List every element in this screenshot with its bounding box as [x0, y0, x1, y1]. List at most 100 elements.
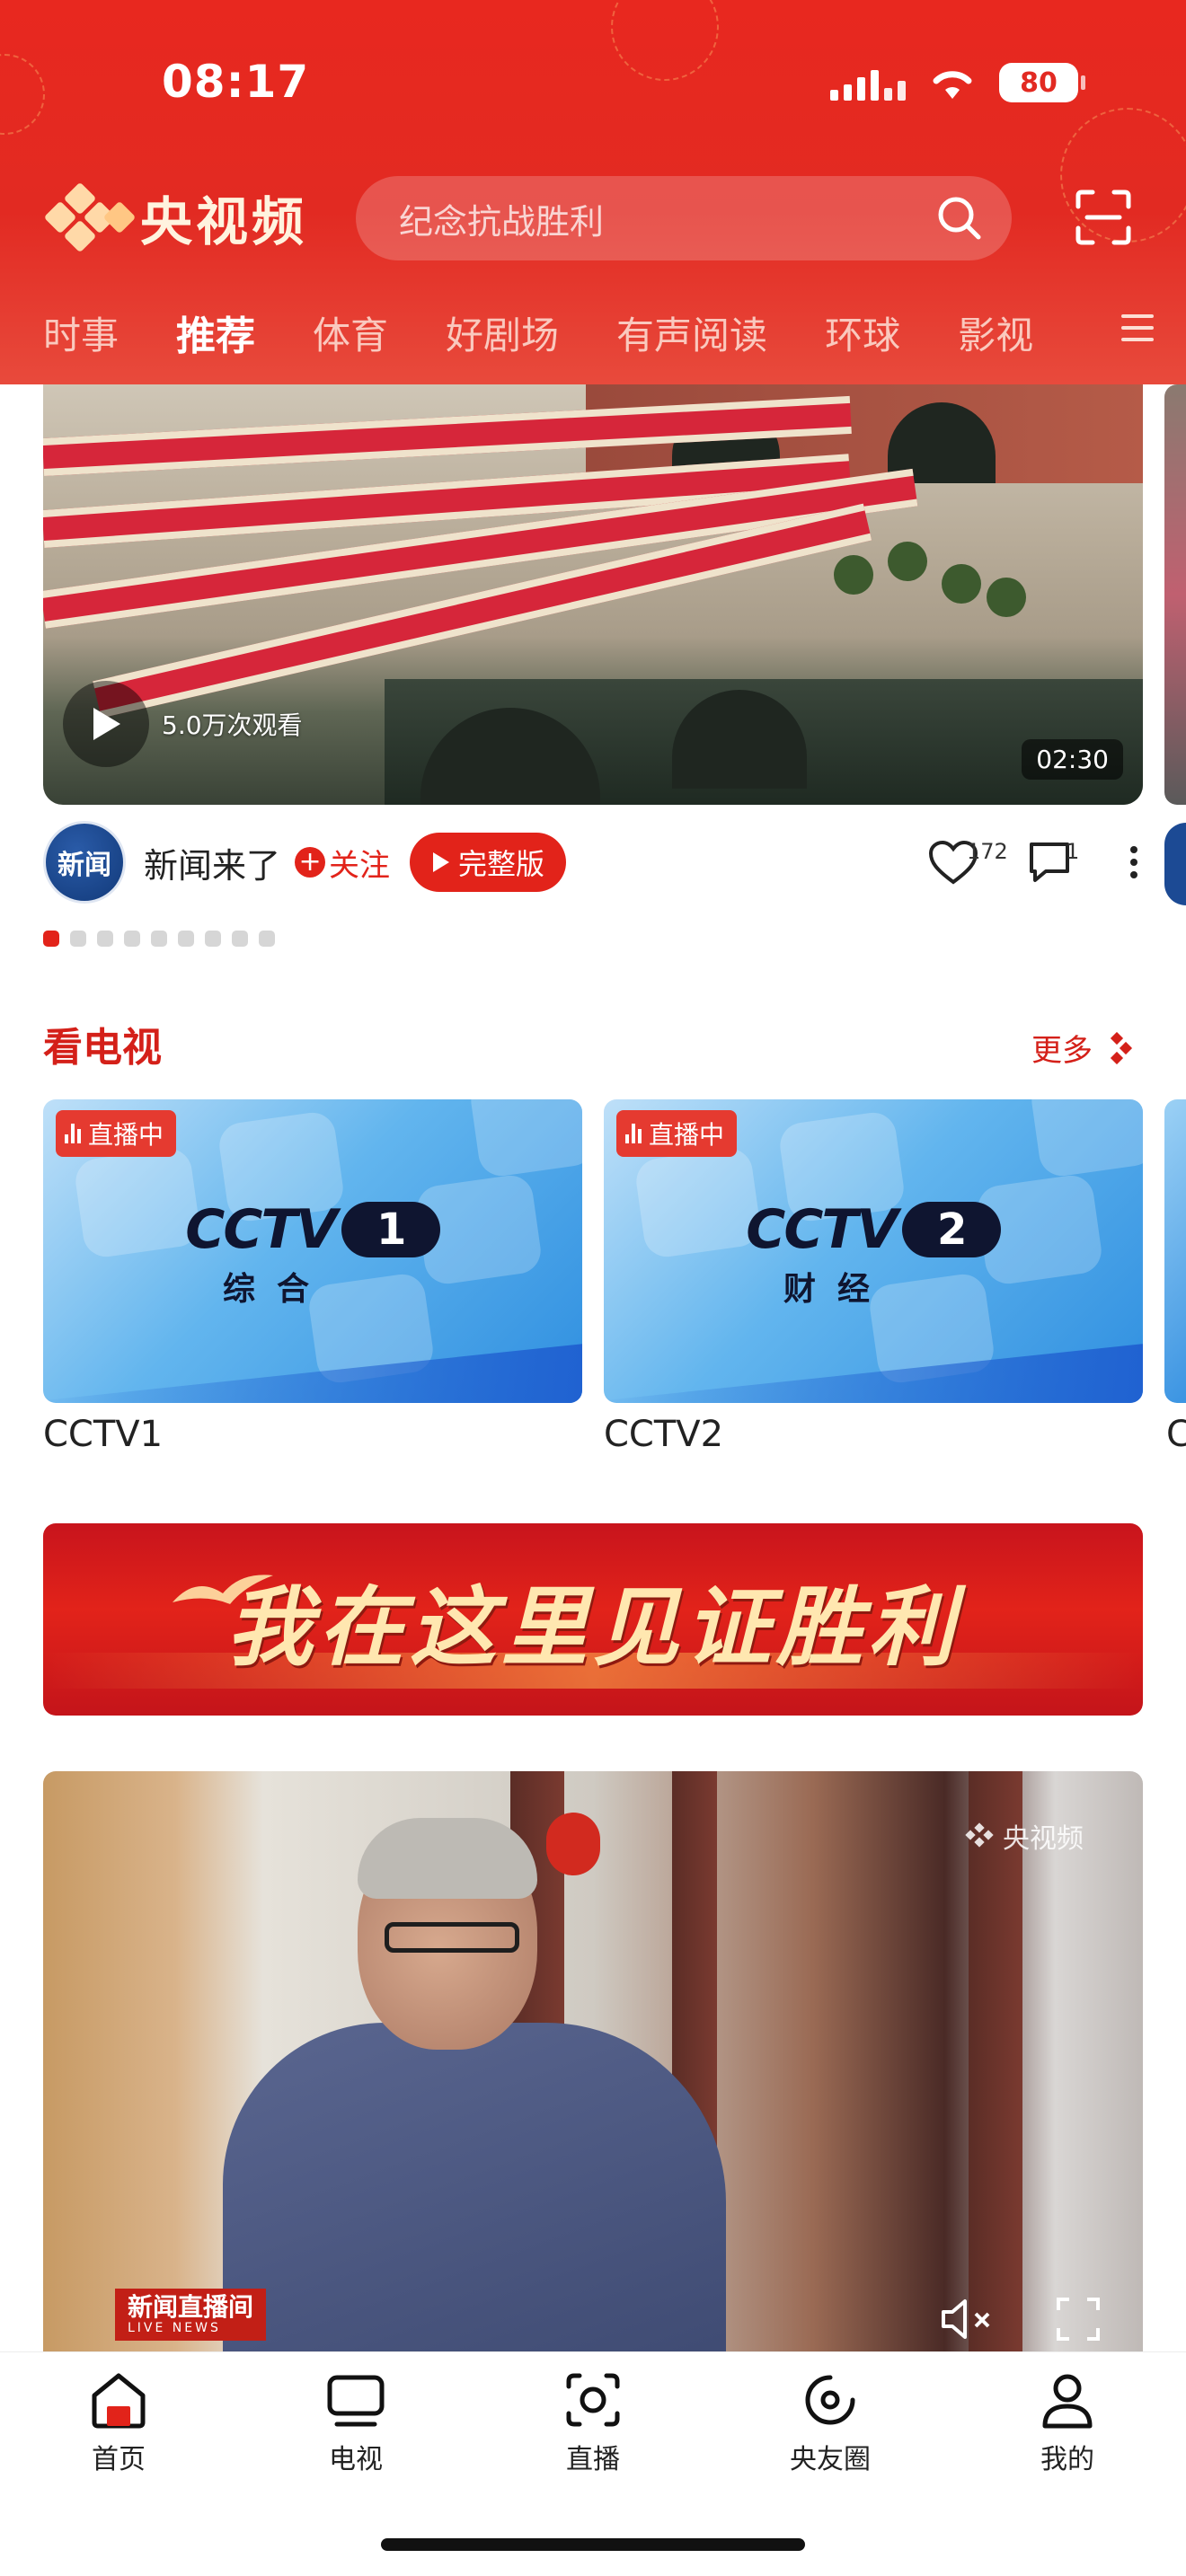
scan-icon[interactable]: [1075, 189, 1132, 246]
channel-number: 2: [901, 1202, 1001, 1257]
carousel-dot[interactable]: [232, 931, 248, 947]
follow-label: 关注: [329, 847, 391, 884]
more-arrow-icon: [1110, 1031, 1133, 1064]
cellular-signal-icon: [830, 65, 906, 101]
channel-name[interactable]: CCTV1: [43, 1414, 163, 1455]
banner-text: 我在这里见证胜利: [226, 1575, 960, 1678]
person-body: [223, 2023, 726, 2351]
live-bars-icon: [65, 1124, 81, 1143]
watermark: 央视频: [963, 1816, 1084, 1856]
author-avatar[interactable]: 新闻: [43, 821, 126, 904]
search-placeholder[interactable]: 纪念抗战胜利: [399, 194, 936, 243]
author-name[interactable]: 新闻来了: [144, 838, 280, 887]
fullscreen-icon[interactable]: [1055, 2296, 1102, 2342]
channel-number: 1: [341, 1202, 440, 1257]
shrub: [834, 555, 873, 595]
next-channel-peek[interactable]: [1164, 1099, 1186, 1403]
video-actions: 172 1: [927, 819, 1143, 905]
circle-icon: [805, 2375, 855, 2425]
view-count: 5.0万次观看: [63, 681, 303, 767]
promo-banner[interactable]: 我在这里见证胜利: [43, 1523, 1143, 1716]
play-icon: [433, 852, 450, 872]
live-bars-icon: [625, 1124, 642, 1143]
live-icon: [566, 2373, 620, 2427]
channel-card-cctv1[interactable]: 直播中 CCTV 1 综合: [43, 1099, 582, 1403]
more-label: 更多: [1031, 1033, 1093, 1069]
plus-icon: +: [295, 847, 326, 878]
full-version-button[interactable]: 完整版: [410, 833, 567, 892]
carousel-dot[interactable]: [124, 931, 140, 947]
tab-theater[interactable]: 好剧场: [446, 305, 559, 360]
watermark-logo-icon: [965, 1822, 994, 1848]
home-icon: [92, 2373, 146, 2429]
like-button[interactable]: 172: [927, 839, 1008, 886]
channel-card-cctv2[interactable]: 直播中 CCTV 2 财经: [604, 1099, 1143, 1403]
carousel-dot[interactable]: [97, 931, 113, 947]
nav-label: 我的: [1040, 2444, 1094, 2475]
view-count-text: 5.0万次观看: [162, 710, 303, 740]
shrub: [888, 542, 927, 581]
profile-icon: [1042, 2374, 1093, 2429]
live-label: 直播中: [88, 1120, 164, 1150]
carousel-dot[interactable]: [205, 931, 221, 947]
tab-menu-icon[interactable]: [1121, 314, 1154, 347]
app-logo[interactable]: 央视频: [41, 180, 307, 255]
tab-audiobooks[interactable]: 有声阅读: [616, 305, 767, 360]
channel-name[interactable]: CCTV2: [604, 1414, 723, 1455]
nav-label: 首页: [92, 2444, 146, 2475]
decoration: [546, 1813, 600, 1875]
search-bar[interactable]: 纪念抗战胜利: [356, 176, 1012, 260]
tab-recommend[interactable]: 推荐: [176, 304, 255, 361]
carousel-dot[interactable]: [259, 931, 275, 947]
comment-button[interactable]: 1: [1026, 839, 1080, 886]
feed-video[interactable]: 央视频 新闻直播间 LIVE NEWS: [43, 1771, 1143, 2351]
video-author-row: 新闻 新闻来了 + 关注 完整版 172 1: [43, 819, 1143, 905]
nav-label: 央友圈: [790, 2444, 871, 2475]
status-icons: 80: [830, 63, 1085, 102]
tab-movies[interactable]: 影视: [958, 305, 1033, 360]
watermark-text: 央视频: [1003, 1823, 1084, 1855]
app-header: 08:17 80 央视频 纪念抗战胜利 时事 推荐 体育 好剧场 有声阅读 环球…: [0, 0, 1186, 384]
next-author-avatar-peek: [1164, 823, 1186, 905]
next-channel-name-peek: C: [1166, 1414, 1186, 1455]
full-version-label: 完整版: [458, 847, 545, 881]
cctv1-logo: CCTV 1 综合: [43, 1198, 582, 1310]
search-icon[interactable]: [936, 195, 983, 242]
battery-indicator: 80: [999, 63, 1085, 102]
section-title-tv: 看电视: [43, 1025, 162, 1071]
app-screen: 08:17 80 央视频 纪念抗战胜利 时事 推荐 体育 好剧场 有声阅读 环球…: [0, 0, 1186, 2576]
shrub: [942, 564, 981, 604]
next-card-peek[interactable]: [1164, 384, 1186, 805]
nav-home[interactable]: 首页: [47, 2369, 190, 2476]
carousel-dots: [43, 931, 275, 947]
status-time: 08:17: [162, 56, 310, 108]
play-button[interactable]: [63, 681, 149, 767]
video-duration: 02:30: [1022, 739, 1123, 780]
nav-profile[interactable]: 我的: [996, 2369, 1139, 2476]
more-link[interactable]: 更多: [1031, 1026, 1136, 1070]
news-channel-logo: 新闻直播间 LIVE NEWS: [115, 2288, 267, 2341]
carousel-dot[interactable]: [178, 931, 194, 947]
more-icon[interactable]: [1125, 839, 1143, 886]
glasses: [385, 1922, 519, 1953]
carousel-dot[interactable]: [151, 931, 167, 947]
tab-global[interactable]: 环球: [825, 305, 900, 360]
carousel-dot[interactable]: [70, 931, 86, 947]
nav-tv[interactable]: 电视: [284, 2369, 428, 2476]
mute-icon[interactable]: [938, 2296, 1001, 2342]
comment-count: 1: [1066, 839, 1080, 864]
nav-live[interactable]: 直播: [521, 2369, 665, 2476]
tab-sports[interactable]: 体育: [313, 305, 388, 360]
tv-icon: [327, 2375, 385, 2427]
app-name: 央视频: [140, 191, 308, 252]
play-icon: [93, 708, 120, 740]
nav-label: 直播: [566, 2444, 620, 2475]
tab-shishi[interactable]: 时事: [43, 305, 119, 360]
home-indicator: [381, 2538, 805, 2551]
live-badge: 直播中: [56, 1110, 177, 1157]
hero-video[interactable]: 5.0万次观看 02:30: [43, 384, 1143, 805]
nav-circle[interactable]: 央友圈: [758, 2369, 902, 2476]
carousel-dot[interactable]: [43, 931, 59, 947]
follow-button[interactable]: + 关注: [295, 841, 390, 885]
live-badge: 直播中: [616, 1110, 738, 1157]
